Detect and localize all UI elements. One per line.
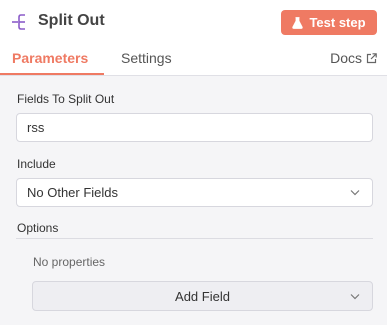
test-step-button[interactable]: Test step <box>281 10 377 35</box>
flask-icon <box>292 16 304 29</box>
active-tab-indicator <box>0 73 104 75</box>
split-out-icon <box>12 14 25 30</box>
chevron-down-icon <box>350 190 360 196</box>
include-label: Include <box>17 157 56 171</box>
chevron-down-icon <box>350 294 360 300</box>
add-field-button[interactable]: Add Field <box>32 281 373 311</box>
options-label: Options <box>17 221 59 235</box>
fields-to-split-input[interactable]: rss <box>16 113 373 142</box>
external-link-icon <box>366 52 377 63</box>
options-divider <box>16 238 373 239</box>
fields-to-split-label: Fields To Split Out <box>17 92 115 106</box>
tab-parameters[interactable]: Parameters <box>12 50 88 66</box>
docs-link[interactable]: Docs <box>330 50 377 66</box>
node-title: Split Out <box>38 12 105 29</box>
test-step-label: Test step <box>309 15 366 30</box>
include-value: No Other Fields <box>27 185 119 200</box>
include-select[interactable]: No Other Fields <box>16 178 373 207</box>
tab-settings[interactable]: Settings <box>121 50 172 66</box>
add-field-label: Add Field <box>175 288 230 304</box>
tab-bar: Parameters Settings Docs <box>0 44 387 76</box>
node-header: Split Out Test step <box>0 0 387 44</box>
fields-to-split-value: rss <box>27 120 45 135</box>
no-properties-text: No properties <box>33 255 106 269</box>
docs-label: Docs <box>330 50 362 66</box>
